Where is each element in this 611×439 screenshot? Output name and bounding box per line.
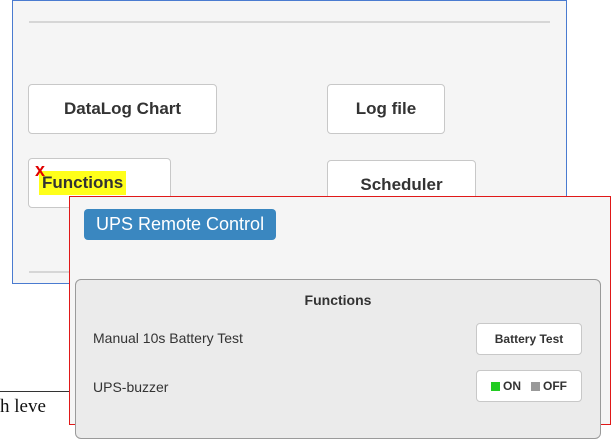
buzzer-off-option[interactable]: OFF [531,379,567,393]
panel-title: UPS Remote Control [84,209,277,240]
datalog-chart-button[interactable]: DataLog Chart [28,84,217,134]
top-divider [29,21,550,23]
functions-highlight: x Functions [35,161,127,195]
log-file-label: Log file [355,99,417,118]
background-rule [0,391,69,392]
buzzer-on-label: ON [503,379,521,393]
ups-buzzer-row-label: UPS-buzzer [93,379,169,395]
buzzer-on-option[interactable]: ON [491,379,521,393]
ups-buzzer-toggle: ON OFF [476,370,582,402]
battery-test-label: Battery Test [494,332,564,346]
battery-test-button[interactable]: Battery Test [476,323,582,355]
background-text: h leve [0,396,46,417]
functions-label: Functions [42,173,124,192]
log-file-button[interactable]: Log file [327,84,445,134]
battery-test-row-label: Manual 10s Battery Test [93,330,243,346]
datalog-chart-label: DataLog Chart [63,99,182,118]
buzzer-off-label: OFF [543,379,567,393]
functions-box: Functions Manual 10s Battery Test Batter… [75,279,601,439]
scheduler-label: Scheduler [360,175,443,194]
ups-remote-control-panel: UPS Remote Control Functions Manual 10s … [69,196,611,439]
gray-square-icon [531,381,540,391]
green-square-icon [491,381,500,391]
functions-heading: Functions [304,292,372,308]
close-x-annotation-icon: x [35,160,46,180]
